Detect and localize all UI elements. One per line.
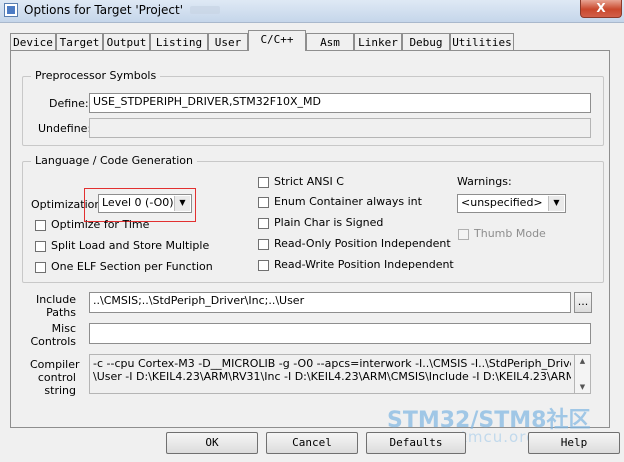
compiler-line-2: \User -I D:\KEIL4.23\ARM\RV31\Inc -I D:\… <box>93 370 571 383</box>
checkbox-icon[interactable] <box>258 259 269 271</box>
checkbox-icon[interactable] <box>258 238 269 250</box>
warnings-select[interactable]: <unspecified> ▼ <box>457 194 566 213</box>
language-group-title: Language / Code Generation <box>31 154 198 167</box>
tab-listing[interactable]: Listing <box>150 33 208 50</box>
read-only-pi-checkbox[interactable]: Read-Only Position Independent <box>258 237 451 250</box>
checkbox-label: Optimize for Time <box>51 218 150 231</box>
compiler-scrollbar[interactable]: ▲ ▼ <box>575 354 591 394</box>
tab-target[interactable]: Target <box>56 33 103 50</box>
compiler-label-line1: Compiler <box>30 358 80 371</box>
highlight-box <box>84 188 196 222</box>
checkbox-icon[interactable] <box>258 196 269 208</box>
undefine-label: Undefine: <box>38 122 92 135</box>
strict-ansi-c-checkbox[interactable]: Strict ANSI C <box>258 175 344 188</box>
checkbox-icon[interactable] <box>35 219 46 231</box>
warnings-label: Warnings: <box>457 175 512 188</box>
misc-controls-field[interactable] <box>89 323 591 344</box>
misc-label-line2: Controls <box>30 335 77 348</box>
tab-asm[interactable]: Asm <box>306 33 354 50</box>
dropdown-arrow-icon[interactable]: ▼ <box>548 196 564 211</box>
include-paths-field[interactable]: ..\CMSIS;..\StdPeriph_Driver\Inc;..\User <box>89 292 571 313</box>
checkbox-icon <box>458 228 469 240</box>
app-icon <box>4 3 18 17</box>
compiler-line-1: -c --cpu Cortex-M3 -D__MICROLIB -g -O0 -… <box>93 357 571 370</box>
tab-user[interactable]: User <box>208 33 248 50</box>
plain-char-signed-checkbox[interactable]: Plain Char is Signed <box>258 216 383 229</box>
tab-c-cpp[interactable]: C/C++ <box>248 30 306 51</box>
warnings-select-value: <unspecified> <box>461 196 543 209</box>
misc-label-line1: Misc <box>51 322 76 335</box>
define-field[interactable]: USE_STDPERIPH_DRIVER,STM32F10X_MD <box>89 93 591 113</box>
tab-device[interactable]: Device <box>10 33 56 50</box>
preprocessor-group-title: Preprocessor Symbols <box>31 69 161 82</box>
include-label-line2: Paths <box>46 306 76 319</box>
compiler-label-line3: string <box>44 384 76 397</box>
tab-linker[interactable]: Linker <box>354 33 402 50</box>
scroll-up-icon[interactable]: ▲ <box>575 355 590 367</box>
tab-output[interactable]: Output <box>103 33 150 50</box>
checkbox-label: Plain Char is Signed <box>274 216 384 229</box>
checkbox-icon[interactable] <box>35 240 46 252</box>
enum-container-checkbox[interactable]: Enum Container always int <box>258 195 422 208</box>
tab-debug[interactable]: Debug <box>402 33 450 50</box>
title-bar-artifact <box>190 6 220 14</box>
browse-include-button[interactable]: ... <box>574 292 592 313</box>
window-title: Options for Target 'Project' <box>24 3 184 17</box>
checkbox-label: Read-Write Position Independent <box>274 258 454 271</box>
checkbox-icon[interactable] <box>35 261 46 273</box>
help-button[interactable]: Help <box>528 432 620 454</box>
thumb-mode-checkbox: Thumb Mode <box>458 227 546 240</box>
ok-button[interactable]: OK <box>166 432 258 454</box>
compiler-label-line2: control <box>37 371 76 384</box>
close-button[interactable]: X <box>580 0 622 18</box>
title-bar[interactable]: Options for Target 'Project' X <box>0 0 624 23</box>
tab-utilities[interactable]: Utilities <box>450 33 514 50</box>
one-elf-section-checkbox[interactable]: One ELF Section per Function <box>35 260 213 273</box>
cancel-button[interactable]: Cancel <box>266 432 358 454</box>
checkbox-label: Thumb Mode <box>474 227 546 240</box>
defaults-button[interactable]: Defaults <box>366 432 466 454</box>
checkbox-icon[interactable] <box>258 176 269 188</box>
read-write-pi-checkbox[interactable]: Read-Write Position Independent <box>258 258 454 271</box>
include-label-line1: Include <box>35 293 76 306</box>
checkbox-label: Split Load and Store Multiple <box>51 239 210 252</box>
checkbox-label: Enum Container always int <box>274 195 422 208</box>
scroll-down-icon[interactable]: ▼ <box>575 381 590 393</box>
checkbox-label: Read-Only Position Independent <box>274 237 451 250</box>
define-label: Define: <box>49 97 89 110</box>
checkbox-label: One ELF Section per Function <box>51 260 213 273</box>
optimize-for-time-checkbox[interactable]: Optimize for Time <box>35 218 149 231</box>
split-load-store-checkbox[interactable]: Split Load and Store Multiple <box>35 239 209 252</box>
undefine-field[interactable] <box>89 118 591 138</box>
compiler-control-string[interactable]: -c --cpu Cortex-M3 -D__MICROLIB -g -O0 -… <box>89 354 575 394</box>
checkbox-label: Strict ANSI C <box>274 175 344 188</box>
checkbox-icon[interactable] <box>258 217 269 229</box>
